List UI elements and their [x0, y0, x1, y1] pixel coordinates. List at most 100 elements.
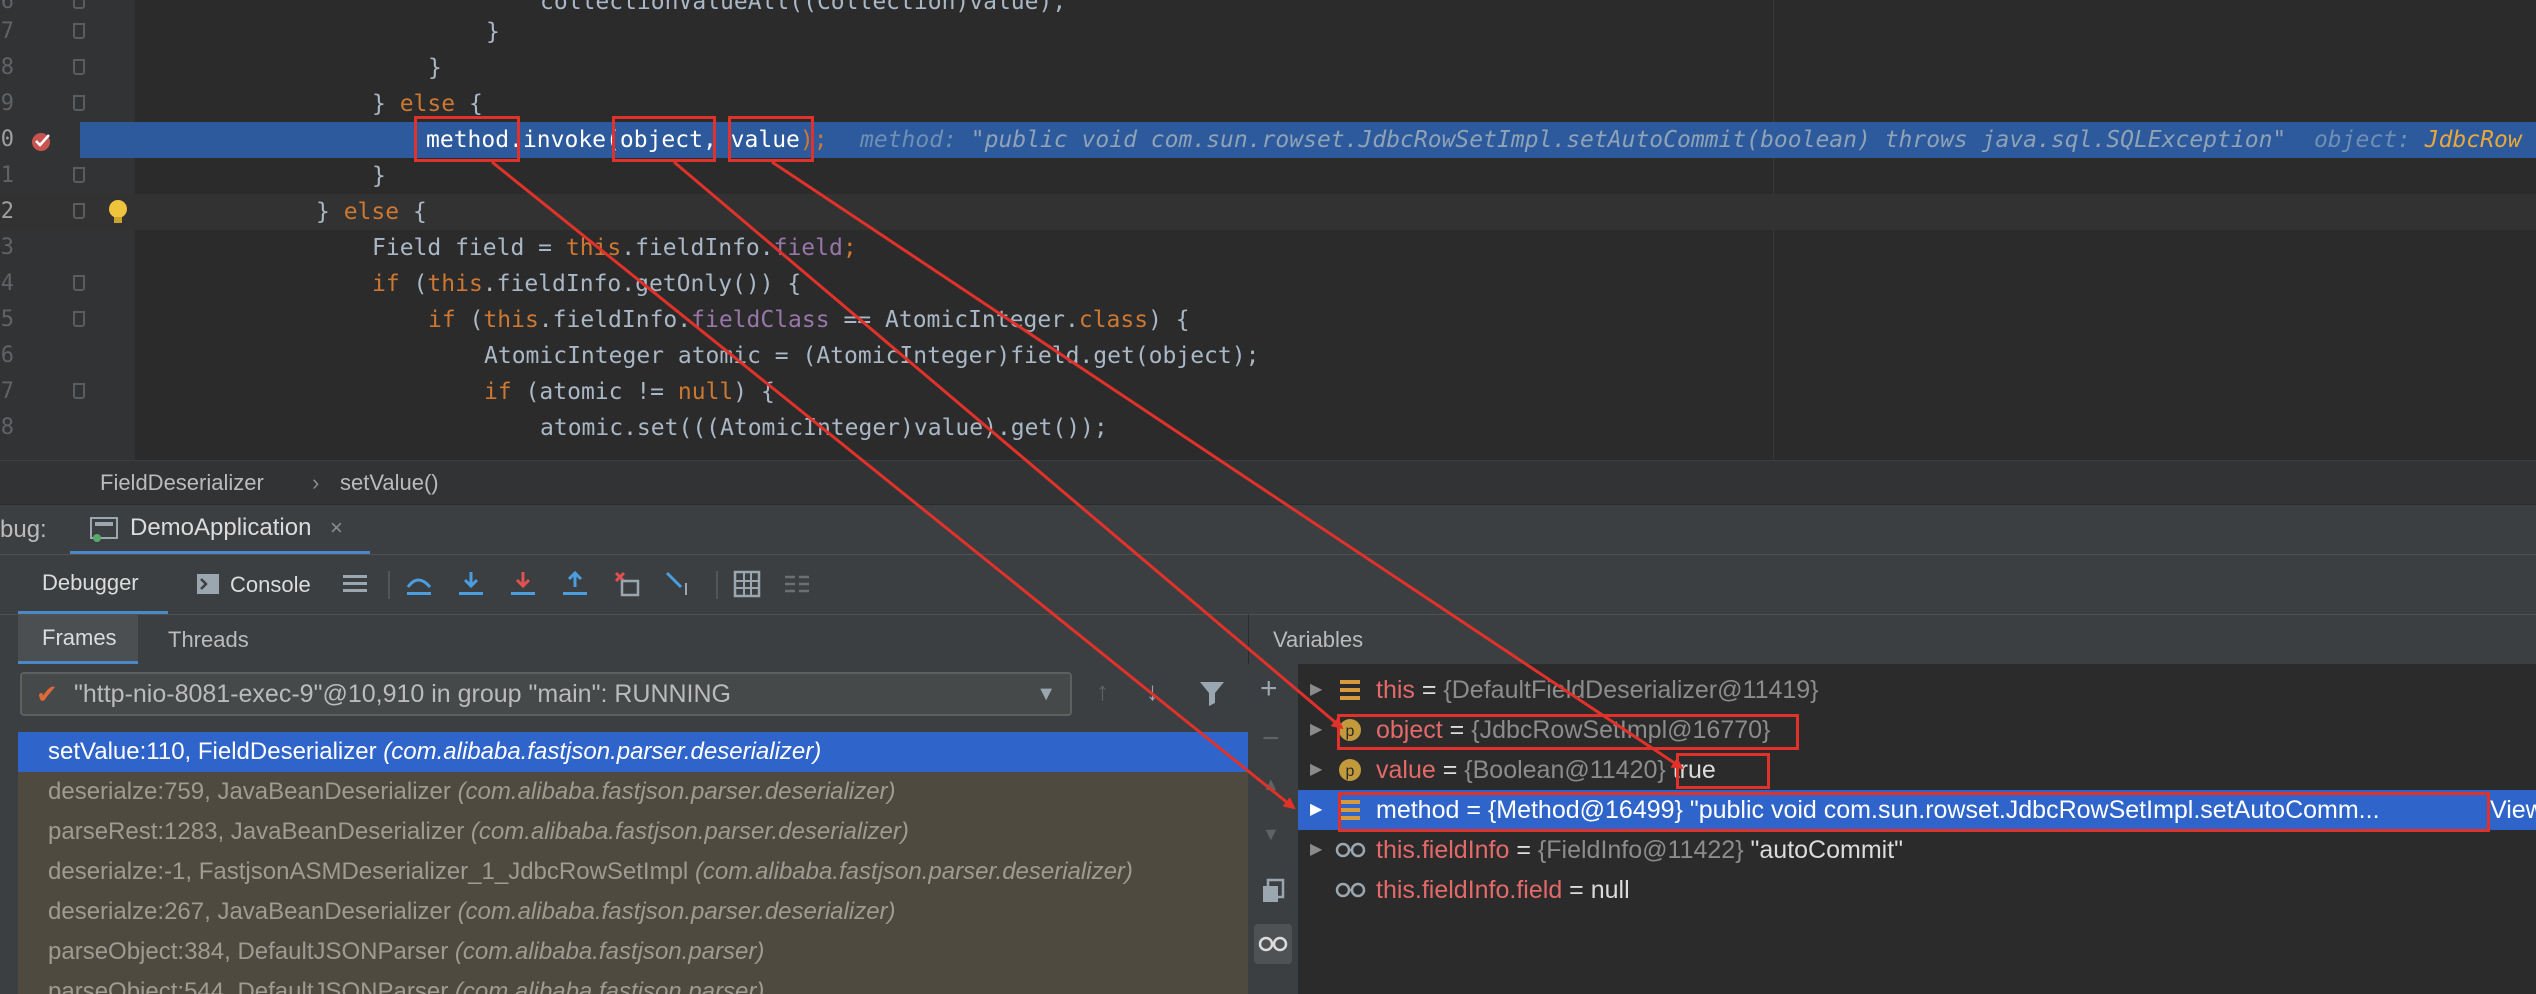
evaluate-expression-icon[interactable]	[732, 569, 762, 599]
line-number: 6	[0, 343, 14, 368]
step-into-icon[interactable]	[508, 569, 538, 599]
view-link[interactable]: View	[2490, 790, 2536, 830]
expand-arrow-icon[interactable]: ▶	[1310, 830, 1322, 870]
variables-side-toolbar: + − ▲ ▼	[1248, 664, 1299, 994]
frame-row[interactable]: parseRest:1283, JavaBeanDeserializer (co…	[18, 812, 1248, 852]
watch-glasses-icon	[1335, 842, 1366, 858]
fold-marker-icon[interactable]	[73, 203, 85, 219]
debug-label: bug:	[0, 516, 47, 543]
step-out-icon[interactable]	[560, 569, 590, 599]
run-to-cursor-icon[interactable]	[664, 569, 694, 599]
fold-marker-icon[interactable]	[73, 275, 85, 291]
frame-row[interactable]: setValue:110, FieldDeserializer (com.ali…	[18, 732, 1248, 772]
toolbar-divider	[388, 571, 390, 599]
inline-debug-values: method: "public void com.sun.rowset.Jdbc…	[860, 127, 2522, 153]
fold-marker-icon[interactable]	[73, 311, 85, 327]
expand-arrow-icon[interactable]: ▶	[1310, 790, 1322, 830]
close-tab-icon[interactable]: ×	[330, 505, 343, 551]
breakpoint-check-icon[interactable]	[30, 130, 54, 152]
line-number: 1	[0, 163, 14, 188]
show-watches-button[interactable]	[1254, 924, 1292, 964]
line-number: 4	[0, 271, 14, 296]
fold-marker-icon[interactable]	[73, 59, 85, 75]
trace-stream-icon[interactable]	[782, 569, 812, 599]
parameter-icon: p	[1339, 759, 1361, 781]
line-number: 7	[0, 19, 14, 44]
code-line: 8 atomic.set(((AtomicInteger)value).get(…	[0, 410, 2536, 446]
variable-row-fieldinfo-field[interactable]: this.fieldInfo.field = null	[1298, 870, 2536, 910]
expand-arrow-icon[interactable]: ▶	[1310, 710, 1322, 750]
checkmark-icon: ✔	[36, 679, 58, 709]
breadcrumb-method[interactable]: setValue()	[340, 461, 439, 505]
dropdown-arrow-icon: ▼	[1036, 683, 1056, 705]
annotation-box-object	[612, 116, 716, 162]
line-number: 8	[0, 415, 14, 440]
line-number: 0	[0, 127, 14, 152]
show-execution-point-icon[interactable]	[404, 569, 434, 599]
line-number: 7	[0, 379, 14, 404]
step-over-icon[interactable]	[456, 569, 486, 599]
arrow-down-icon[interactable]: ↓	[1146, 676, 1159, 707]
variable-row-value[interactable]: ▶ p value = {Boolean@11420} true	[1298, 750, 2536, 790]
code-line: 2 } else {	[0, 194, 2536, 230]
move-up-icon[interactable]: ▲	[1262, 774, 1280, 795]
frame-row[interactable]: deserialze:267, JavaBeanDeserializer (co…	[18, 892, 1248, 932]
debugger-toolbar: Debugger Console	[0, 554, 2536, 615]
code-line: 7 }	[0, 14, 2536, 50]
code-line: 4 if (this.fieldInfo.getOnly()) {	[0, 266, 2536, 302]
expand-arrow-icon[interactable]: ▶	[1310, 750, 1322, 790]
thread-selector-value: "http-nio-8081-exec-9"@10,910 in group "…	[74, 680, 732, 708]
fold-marker-icon[interactable]	[73, 23, 85, 39]
menu-lines-icon[interactable]	[340, 569, 370, 599]
run-config-icon	[90, 517, 118, 542]
toolbar-divider	[716, 571, 718, 599]
code-line: 5 if (this.fieldInfo.fieldClass == Atomi…	[0, 302, 2536, 338]
console-icon	[197, 574, 219, 594]
line-number: 3	[0, 235, 14, 260]
line-number: 9	[0, 91, 14, 116]
code-editor[interactable]: 6 collectionValueAll((Collection)value);…	[0, 0, 2536, 460]
breadcrumb-class[interactable]: FieldDeserializer	[100, 461, 264, 505]
code-line: 6 AtomicInteger atomic = (AtomicInteger)…	[0, 338, 2536, 374]
frames-threads-tabs: Frames Threads	[0, 614, 1248, 665]
thread-selector[interactable]: ✔ "http-nio-8081-exec-9"@10,910 in group…	[20, 672, 1072, 716]
code-line: 8 }	[0, 50, 2536, 86]
line-number: 8	[0, 55, 14, 80]
variable-row-fieldinfo[interactable]: ▶ this.fieldInfo = {FieldInfo@11422} "au…	[1298, 830, 2536, 870]
frame-row[interactable]: deserialze:-1, FastjsonASMDeserializer_1…	[18, 852, 1248, 892]
fold-marker-icon[interactable]	[73, 95, 85, 111]
variables-title: Variables	[1273, 627, 1364, 652]
tab-demo-application[interactable]: DemoApplication ×	[70, 505, 370, 555]
remove-watch-icon[interactable]: −	[1262, 722, 1280, 756]
frames-panel: ✔ "http-nio-8081-exec-9"@10,910 in group…	[0, 664, 1248, 994]
tab-threads[interactable]: Threads	[150, 615, 270, 665]
frame-row[interactable]: parseObject:384, DefaultJSONParser (com.…	[18, 932, 1248, 972]
arrow-up-icon[interactable]: ↑	[1096, 676, 1109, 707]
fold-marker-icon[interactable]	[73, 0, 85, 9]
drop-frame-icon[interactable]	[612, 569, 642, 599]
move-down-icon[interactable]: ▼	[1262, 824, 1280, 845]
annotation-box-value	[728, 116, 814, 162]
code-line: 1 }	[0, 158, 2536, 194]
code-line: 0	[0, 122, 80, 158]
add-watch-icon[interactable]: +	[1260, 672, 1278, 706]
frame-row[interactable]: deserialze:759, JavaBeanDeserializer (co…	[18, 772, 1248, 812]
annotation-box-method	[414, 116, 520, 162]
svg-text:p: p	[1346, 763, 1355, 780]
copy-icon[interactable]	[1260, 878, 1286, 904]
expand-arrow-icon[interactable]: ▶	[1310, 670, 1322, 710]
code-line: 7 if (atomic != null) {	[0, 374, 2536, 410]
lightbulb-icon[interactable]	[106, 198, 130, 226]
filter-icon[interactable]	[1198, 680, 1226, 706]
fold-marker-icon[interactable]	[73, 383, 85, 399]
tab-debugger[interactable]: Debugger	[18, 555, 168, 615]
tab-frames[interactable]: Frames	[18, 615, 138, 665]
fold-marker-icon[interactable]	[73, 167, 85, 183]
frame-row[interactable]: parseObject:544, DefaultJSONParser (com.…	[18, 972, 1248, 994]
variable-row-this[interactable]: ▶ this = {DefaultFieldDeserializer@11419…	[1298, 670, 2536, 710]
breadcrumb-separator: ›	[312, 470, 320, 495]
variables-header: Variables	[1248, 614, 2536, 665]
line-number: 5	[0, 307, 14, 332]
glasses-icon	[1258, 936, 1288, 952]
code-line: 9 } else {	[0, 86, 2536, 122]
